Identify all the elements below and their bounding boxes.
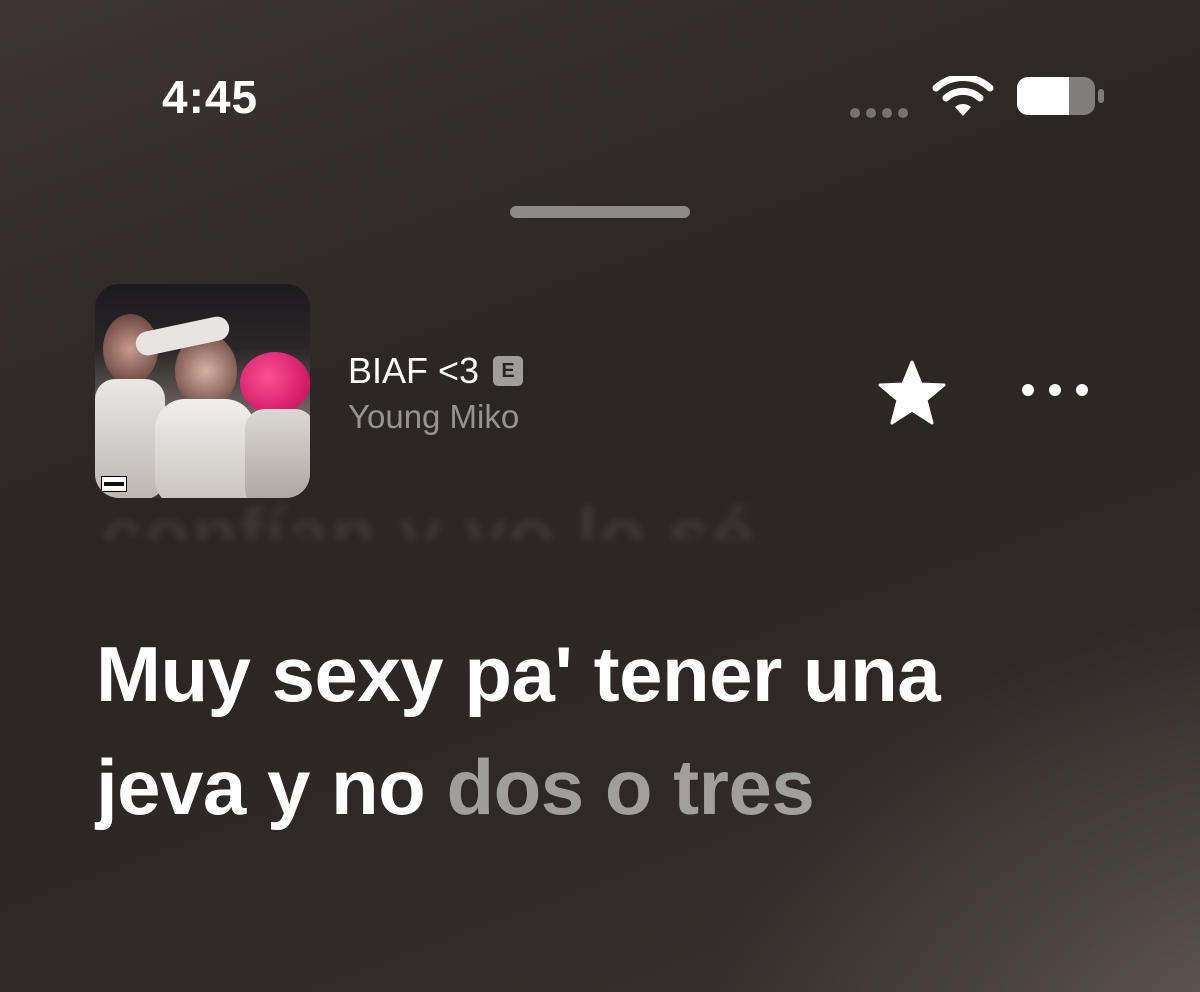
lyrics-screen: 4:45 BIAF <3 E Young Miko confían y yo l… [0,0,1200,992]
lyric-upcoming-text: dos o tres [446,743,815,831]
more-options-button[interactable] [1022,372,1088,408]
album-artwork[interactable] [95,284,310,498]
status-time: 4:45 [162,71,259,123]
current-lyric-line[interactable]: Muy sexy pa' tener una jeva y no dos o t… [96,618,996,844]
ellipsis-icon [1022,384,1034,396]
track-title: BIAF <3 [348,350,480,391]
battery-icon [1017,77,1104,115]
cellular-signal-icon [850,108,908,118]
sheet-grabber-handle[interactable] [510,206,690,218]
track-title-row[interactable]: BIAF <3 E [348,350,524,392]
track-artist[interactable]: Young Miko [348,398,519,436]
previous-lyric-line[interactable]: confían y yo lo sé [100,470,755,540]
explicit-badge: E [493,356,524,386]
star-icon [878,360,946,425]
wifi-icon [932,76,994,116]
favorite-button[interactable] [876,356,948,428]
